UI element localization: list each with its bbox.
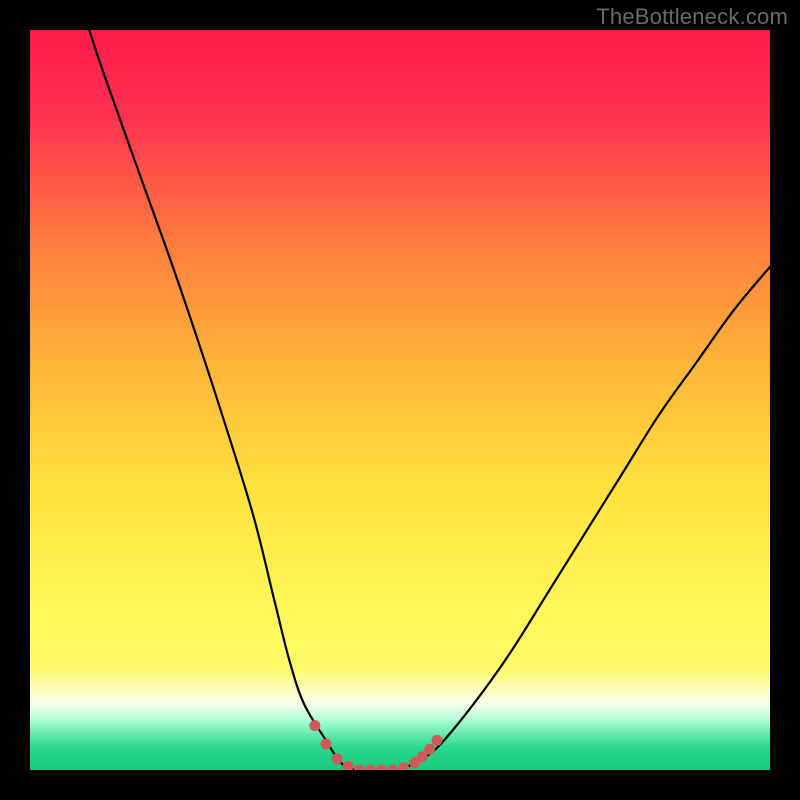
bottleneck-curve	[89, 30, 770, 770]
marker-dot	[398, 762, 409, 770]
marker-dot	[387, 765, 398, 771]
chart-svg	[30, 30, 770, 770]
marker-dot	[376, 765, 387, 771]
marker-dot	[332, 753, 343, 764]
marker-dot	[365, 765, 376, 771]
watermark-text: TheBottleneck.com	[596, 4, 788, 30]
marker-dot	[424, 744, 435, 755]
optimal-range-dots	[309, 720, 442, 770]
marker-dot	[343, 761, 354, 770]
marker-dot	[354, 765, 365, 771]
chart-frame: TheBottleneck.com	[0, 0, 800, 800]
marker-dot	[432, 735, 443, 746]
marker-dot	[321, 739, 332, 750]
marker-dot	[309, 720, 320, 731]
plot-area	[30, 30, 770, 770]
